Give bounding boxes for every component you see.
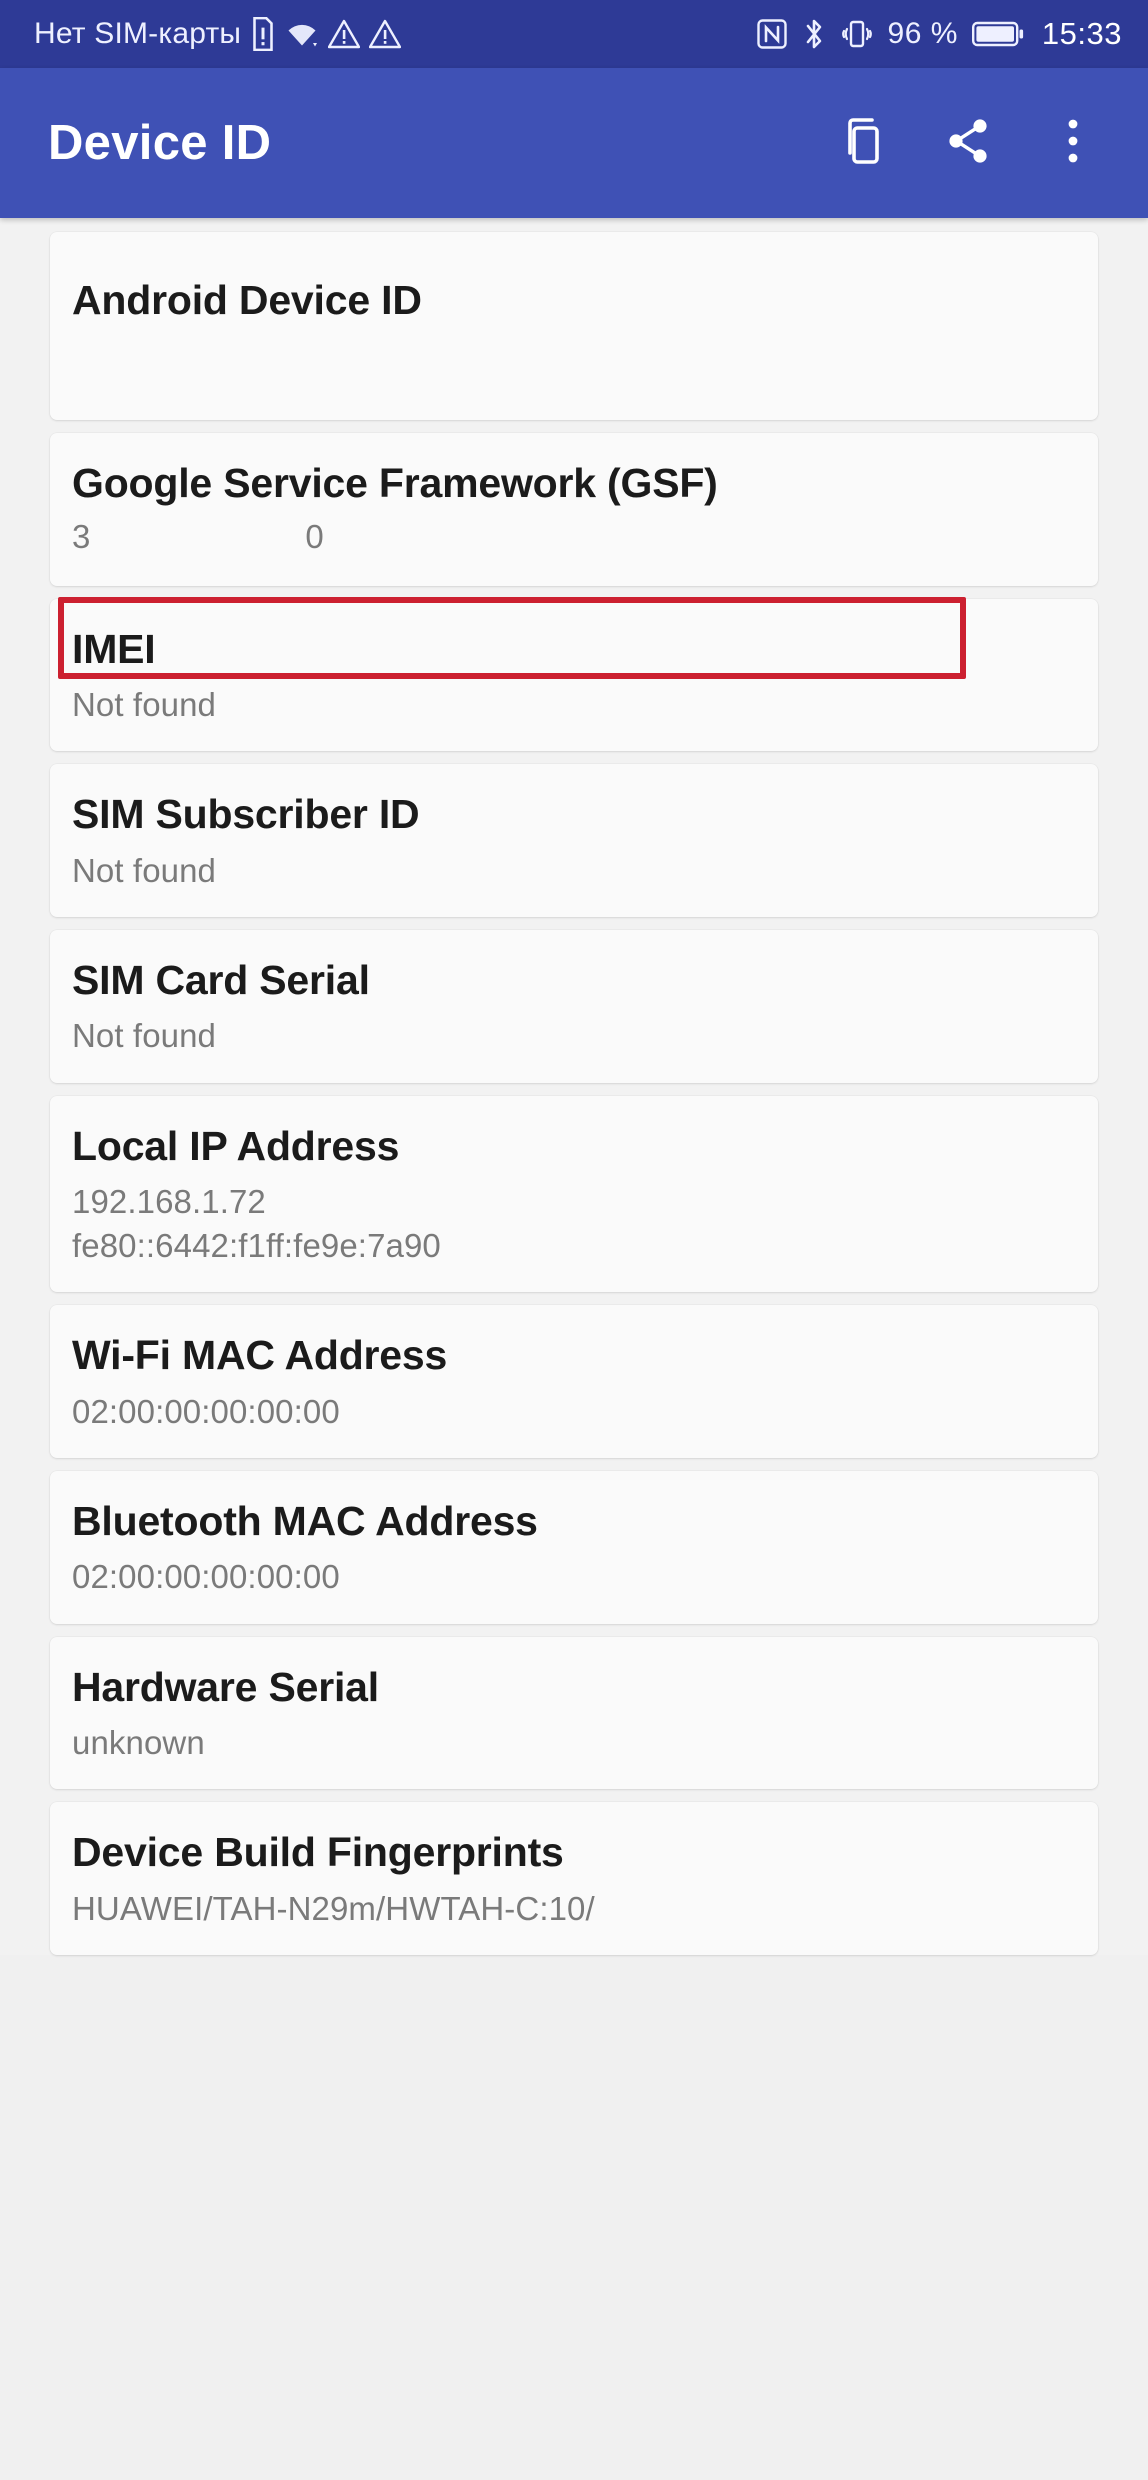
card-title: Device Build Fingerprints [72,1829,564,1876]
status-bar: Нет SIM-карты 96 % 15:33 [0,0,1148,68]
app-bar: Device ID [0,68,1148,218]
card-value: fe80::6442:f1ff:fe9e:7a90 [72,1227,441,1265]
gsf-value-visible-mid: 0 [305,517,324,555]
battery-full-icon [971,20,1024,48]
app-screen: Нет SIM-карты 96 % 15:33 Device ID Andro… [0,0,1148,2480]
share-button[interactable] [940,114,998,172]
vibrate-icon [840,18,874,50]
card-value: 192.168.1.72 [72,1182,266,1220]
page-title: Device ID [48,116,272,170]
card-values: 3 0 [72,518,1074,562]
card-title: Wi-Fi MAC Address [72,1332,448,1379]
google-service-framework-value: 3 0 [72,518,1074,562]
card-values: 02:00:00:00:00:00 [72,1390,1074,1434]
warning-triangle-icon [328,19,361,49]
copy-all-button[interactable] [836,114,894,172]
nfc-icon [756,18,788,50]
list-item-wifi-mac-address[interactable]: Wi-Fi MAC Address 02:00:00:00:00:00 [50,1305,1098,1458]
card-values: 02:00:00:00:00:00 [72,1555,1074,1599]
card-value: Not found [72,851,217,889]
status-bar-left: Нет SIM-карты [34,17,402,51]
device-id-list: Android Device ID Google Service Framewo… [0,218,1148,1955]
card-values: Not found [72,683,1074,727]
card-title: Google Service Framework (GSF) [72,460,718,507]
copy-all-icon [841,115,889,172]
status-bar-right: 96 % 15:33 [756,16,1122,52]
list-item-google-service-framework[interactable]: Google Service Framework (GSF) 3 0 [50,433,1098,586]
card-values: Not found [72,849,1074,893]
wifi-icon [285,19,319,49]
warning-triangle-icon [369,19,402,49]
card-title: IMEI [72,625,156,672]
overflow-menu-button[interactable] [1044,114,1102,172]
card-value: Not found [72,1017,217,1055]
bluetooth-icon [802,17,826,51]
share-icon [944,115,994,172]
card-values: unknown [72,1721,1074,1765]
app-bar-actions [836,114,1114,172]
card-value: 02:00:00:00:00:00 [72,1392,340,1430]
battery-percent-label: 96 % [887,17,958,50]
card-title: Hardware Serial [72,1663,379,1710]
list-item-hardware-serial[interactable]: Hardware Serial unknown [50,1636,1098,1790]
card-value: unknown [72,1723,205,1761]
list-item-local-ip-address[interactable]: Local IP Address 192.168.1.72 fe80::6442… [50,1095,1098,1293]
list-item-android-device-id[interactable]: Android Device ID [50,232,1098,421]
card-title: Bluetooth MAC Address [72,1497,538,1544]
gsf-value-visible-start: 3 [72,517,91,555]
list-item-bluetooth-mac-address[interactable]: Bluetooth MAC Address 02:00:00:00:00:00 [50,1470,1098,1624]
card-values: Not found [72,1014,1074,1058]
card-values: HUAWEI/TAH-N29m/HWTAH-C:10/ [72,1887,1074,1931]
sim-card-alert-icon [250,17,276,51]
card-values: 192.168.1.72 fe80::6442:f1ff:fe9e:7a90 [72,1180,1074,1268]
card-title: SIM Subscriber ID [72,791,420,838]
card-title: Android Device ID [72,277,422,323]
list-item-imei[interactable]: IMEI Not found [50,598,1098,752]
status-clock: 15:33 [1041,16,1122,51]
list-item-sim-card-serial[interactable]: SIM Card Serial Not found [50,929,1098,1083]
card-value: HUAWEI/TAH-N29m/HWTAH-C:10/ [72,1889,595,1927]
list-item-sim-subscriber-id[interactable]: SIM Subscriber ID Not found [50,764,1098,917]
overflow-menu-icon [1066,115,1080,172]
list-item-device-build-fingerprints[interactable]: Device Build Fingerprints HUAWEI/TAH-N29… [50,1802,1098,1955]
card-value: 02:00:00:00:00:00 [72,1558,340,1596]
card-value: Not found [72,686,217,724]
carrier-label: Нет SIM-карты [34,17,242,50]
card-title: Local IP Address [72,1122,400,1169]
card-title: SIM Card Serial [72,956,370,1003]
